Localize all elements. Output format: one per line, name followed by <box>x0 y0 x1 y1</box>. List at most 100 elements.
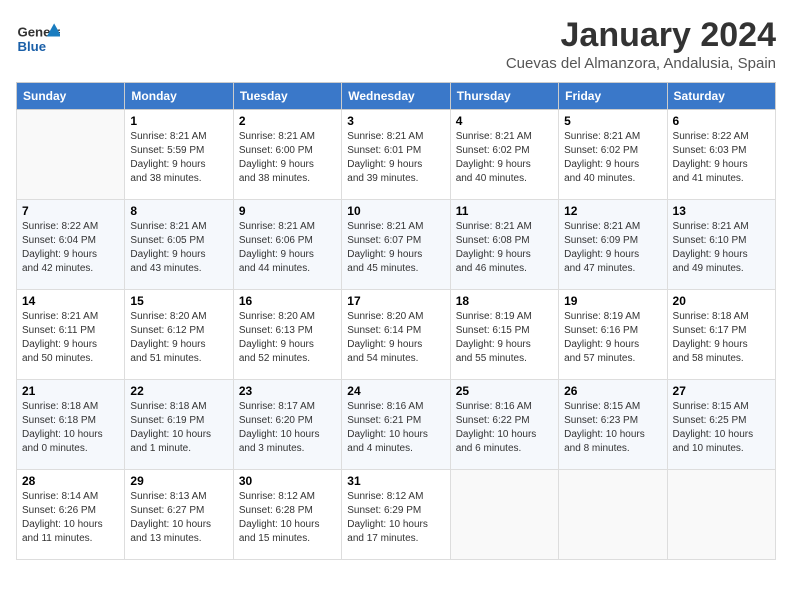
day-number: 19 <box>564 294 661 308</box>
day-number: 6 <box>673 114 770 128</box>
calendar-cell: 6 Sunrise: 8:22 AM Sunset: 6:03 PM Daylig… <box>667 110 775 200</box>
svg-text:Blue: Blue <box>17 39 46 54</box>
day-number: 8 <box>130 204 227 218</box>
day-info: Sunrise: 8:20 AM Sunset: 6:12 PM Dayligh… <box>130 310 227 366</box>
day-info: Sunrise: 8:13 AM Sunset: 6:27 PM Dayligh… <box>130 490 227 546</box>
day-info: Sunrise: 8:21 AM Sunset: 6:05 PM Dayligh… <box>130 220 227 276</box>
day-info: Sunrise: 8:19 AM Sunset: 6:15 PM Dayligh… <box>456 310 553 366</box>
day-number: 1 <box>130 114 227 128</box>
day-number: 27 <box>673 384 770 398</box>
calendar-cell <box>17 110 125 200</box>
calendar-week-2: 7 Sunrise: 8:22 AM Sunset: 6:04 PM Daylig… <box>17 200 776 290</box>
calendar-cell: 24 Sunrise: 8:16 AM Sunset: 6:21 PM Dayli… <box>342 380 450 470</box>
day-number: 5 <box>564 114 661 128</box>
day-info: Sunrise: 8:16 AM Sunset: 6:22 PM Dayligh… <box>456 400 553 456</box>
header-cell-thursday: Thursday <box>450 83 558 110</box>
day-number: 12 <box>564 204 661 218</box>
day-info: Sunrise: 8:21 AM Sunset: 6:00 PM Dayligh… <box>239 130 336 186</box>
day-info: Sunrise: 8:21 AM Sunset: 6:11 PM Dayligh… <box>22 310 119 366</box>
calendar-cell: 2 Sunrise: 8:21 AM Sunset: 6:00 PM Daylig… <box>233 110 341 200</box>
calendar-cell: 18 Sunrise: 8:19 AM Sunset: 6:15 PM Dayli… <box>450 290 558 380</box>
calendar-cell: 8 Sunrise: 8:21 AM Sunset: 6:05 PM Daylig… <box>125 200 233 290</box>
calendar-cell: 31Sunrise: 8:12 AM Sunset: 6:29 PM Dayli… <box>342 470 450 560</box>
calendar-cell: 30 Sunrise: 8:12 AM Sunset: 6:28 PM Dayli… <box>233 470 341 560</box>
day-number: 30 <box>239 474 336 488</box>
calendar-cell: 22Sunrise: 8:18 AM Sunset: 6:19 PM Dayli… <box>125 380 233 470</box>
day-info: Sunrise: 8:21 AM Sunset: 6:08 PM Dayligh… <box>456 220 553 276</box>
day-info: Sunrise: 8:21 AM Sunset: 6:02 PM Dayligh… <box>564 130 661 186</box>
day-number: 26 <box>564 384 661 398</box>
day-info: Sunrise: 8:19 AM Sunset: 6:16 PM Dayligh… <box>564 310 661 366</box>
day-info: Sunrise: 8:22 AM Sunset: 6:04 PM Dayligh… <box>22 220 119 276</box>
calendar-cell: 3 Sunrise: 8:21 AM Sunset: 6:01 PM Daylig… <box>342 110 450 200</box>
day-number: 18 <box>456 294 553 308</box>
day-number: 13 <box>673 204 770 218</box>
day-info: Sunrise: 8:21 AM Sunset: 6:07 PM Dayligh… <box>347 220 444 276</box>
calendar-cell: 17 Sunrise: 8:20 AM Sunset: 6:14 PM Dayli… <box>342 290 450 380</box>
day-number: 10 <box>347 204 444 218</box>
calendar-cell: 25Sunrise: 8:16 AM Sunset: 6:22 PM Dayli… <box>450 380 558 470</box>
calendar-header-row: SundayMondayTuesdayWednesdayThursdayFrid… <box>17 83 776 110</box>
day-number: 29 <box>130 474 227 488</box>
page-header: General Blue January 2024 Cuevas del Alm… <box>16 16 776 72</box>
day-number: 15 <box>130 294 227 308</box>
day-number: 2 <box>239 114 336 128</box>
calendar-cell: 4 Sunrise: 8:21 AM Sunset: 6:02 PM Daylig… <box>450 110 558 200</box>
calendar-cell: 12 Sunrise: 8:21 AM Sunset: 6:09 PM Dayli… <box>559 200 667 290</box>
calendar-cell: 13 Sunrise: 8:21 AM Sunset: 6:10 PM Dayli… <box>667 200 775 290</box>
day-number: 9 <box>239 204 336 218</box>
header-cell-monday: Monday <box>125 83 233 110</box>
day-info: Sunrise: 8:20 AM Sunset: 6:14 PM Dayligh… <box>347 310 444 366</box>
calendar-cell: 15 Sunrise: 8:20 AM Sunset: 6:12 PM Dayli… <box>125 290 233 380</box>
day-number: 14 <box>22 294 119 308</box>
calendar-cell: 27 Sunrise: 8:15 AM Sunset: 6:25 PM Dayli… <box>667 380 775 470</box>
day-info: Sunrise: 8:15 AM Sunset: 6:23 PM Dayligh… <box>564 400 661 456</box>
day-number: 31 <box>347 474 444 488</box>
header-cell-friday: Friday <box>559 83 667 110</box>
day-info: Sunrise: 8:21 AM Sunset: 6:09 PM Dayligh… <box>564 220 661 276</box>
day-info: Sunrise: 8:14 AM Sunset: 6:26 PM Dayligh… <box>22 490 119 546</box>
calendar-cell: 28 Sunrise: 8:14 AM Sunset: 6:26 PM Dayli… <box>17 470 125 560</box>
day-info: Sunrise: 8:15 AM Sunset: 6:25 PM Dayligh… <box>673 400 770 456</box>
day-info: Sunrise: 8:21 AM Sunset: 6:10 PM Dayligh… <box>673 220 770 276</box>
calendar-cell: 20 Sunrise: 8:18 AM Sunset: 6:17 PM Dayli… <box>667 290 775 380</box>
calendar-cell: 7 Sunrise: 8:22 AM Sunset: 6:04 PM Daylig… <box>17 200 125 290</box>
calendar-cell: 23 Sunrise: 8:17 AM Sunset: 6:20 PM Dayli… <box>233 380 341 470</box>
day-info: Sunrise: 8:16 AM Sunset: 6:21 PM Dayligh… <box>347 400 444 456</box>
calendar-cell <box>559 470 667 560</box>
day-info: Sunrise: 8:21 AM Sunset: 6:02 PM Dayligh… <box>456 130 553 186</box>
calendar-week-4: 21Sunrise: 8:18 AM Sunset: 6:18 PM Dayli… <box>17 380 776 470</box>
calendar-cell: 21Sunrise: 8:18 AM Sunset: 6:18 PM Dayli… <box>17 380 125 470</box>
day-number: 24 <box>347 384 444 398</box>
day-number: 23 <box>239 384 336 398</box>
day-info: Sunrise: 8:18 AM Sunset: 6:17 PM Dayligh… <box>673 310 770 366</box>
day-info: Sunrise: 8:21 AM Sunset: 6:01 PM Dayligh… <box>347 130 444 186</box>
calendar-cell: 1Sunrise: 8:21 AM Sunset: 5:59 PM Daylig… <box>125 110 233 200</box>
day-info: Sunrise: 8:17 AM Sunset: 6:20 PM Dayligh… <box>239 400 336 456</box>
logo: General Blue <box>16 16 60 60</box>
day-number: 28 <box>22 474 119 488</box>
day-number: 7 <box>22 204 119 218</box>
day-info: Sunrise: 8:18 AM Sunset: 6:19 PM Dayligh… <box>130 400 227 456</box>
day-info: Sunrise: 8:12 AM Sunset: 6:28 PM Dayligh… <box>239 490 336 546</box>
header-cell-sunday: Sunday <box>17 83 125 110</box>
title-block: January 2024 Cuevas del Almanzora, Andal… <box>506 16 776 72</box>
calendar-table: SundayMondayTuesdayWednesdayThursdayFrid… <box>16 82 776 560</box>
calendar-cell: 14 Sunrise: 8:21 AM Sunset: 6:11 PM Dayli… <box>17 290 125 380</box>
day-info: Sunrise: 8:18 AM Sunset: 6:18 PM Dayligh… <box>22 400 119 456</box>
calendar-cell: 19 Sunrise: 8:19 AM Sunset: 6:16 PM Dayli… <box>559 290 667 380</box>
calendar-cell: 5 Sunrise: 8:21 AM Sunset: 6:02 PM Daylig… <box>559 110 667 200</box>
day-number: 17 <box>347 294 444 308</box>
calendar-cell: 11 Sunrise: 8:21 AM Sunset: 6:08 PM Dayli… <box>450 200 558 290</box>
month-title: January 2024 <box>506 16 776 55</box>
day-number: 3 <box>347 114 444 128</box>
day-info: Sunrise: 8:22 AM Sunset: 6:03 PM Dayligh… <box>673 130 770 186</box>
day-number: 4 <box>456 114 553 128</box>
day-number: 16 <box>239 294 336 308</box>
header-cell-tuesday: Tuesday <box>233 83 341 110</box>
header-cell-wednesday: Wednesday <box>342 83 450 110</box>
day-number: 20 <box>673 294 770 308</box>
calendar-week-5: 28 Sunrise: 8:14 AM Sunset: 6:26 PM Dayli… <box>17 470 776 560</box>
header-cell-saturday: Saturday <box>667 83 775 110</box>
day-number: 11 <box>456 204 553 218</box>
